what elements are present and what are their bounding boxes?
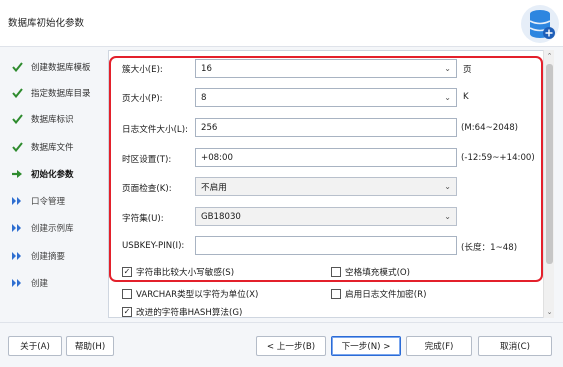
- step-db-files: 数据库文件: [10, 139, 106, 155]
- page-size-select[interactable]: 8 ⌄: [195, 88, 457, 107]
- double-chevron-icon: [10, 194, 24, 208]
- step-label: 指定数据库目录: [31, 89, 91, 99]
- usbkey-pin-input[interactable]: [195, 236, 457, 255]
- chevron-down-icon: ⌄: [444, 93, 451, 102]
- check-icon: [10, 86, 24, 100]
- step-label: 创建: [31, 279, 49, 289]
- step-init-params: 初始化参数: [10, 166, 106, 182]
- extent-size-label: 簇大小(E):: [122, 65, 163, 75]
- double-chevron-icon: [10, 276, 24, 290]
- log-size-hint: (M:64~2048): [461, 123, 519, 133]
- timezone-label: 时区设置(T):: [122, 155, 172, 165]
- arrow-right-icon: [10, 167, 24, 181]
- step-label: 初始化参数: [31, 170, 74, 180]
- timezone-hint: (-12:59~+14:00): [461, 153, 535, 163]
- scroll-up-icon[interactable]: ⌃: [544, 50, 555, 62]
- step-label: 数据库标识: [31, 115, 74, 125]
- step-create: 创建: [10, 275, 106, 291]
- double-chevron-icon: [10, 221, 24, 235]
- charset-label: 字符集(U):: [122, 214, 164, 224]
- page-check-label: 页面检查(K):: [122, 184, 172, 194]
- extent-size-select[interactable]: 16 ⌄: [195, 59, 457, 78]
- scrollbar-thumb[interactable]: [546, 64, 553, 264]
- log-encryption-checkbox[interactable]: 启用日志文件加密(R): [331, 288, 426, 300]
- step-label: 创建摘要: [31, 252, 66, 262]
- extent-size-unit: 页: [463, 65, 472, 75]
- step-specify-db-dir: 指定数据库目录: [10, 85, 106, 101]
- step-password-mgmt: 口令管理: [10, 193, 106, 209]
- checkbox-label: 字符串比较大小写敏感(S): [136, 268, 235, 278]
- usbkey-pin-hint: (长度：1~48): [461, 243, 518, 253]
- usbkey-pin-label: USBKEY-PIN(I):: [122, 241, 185, 251]
- checkbox-label: 改进的字符串HASH算法(G): [136, 308, 243, 318]
- chevron-down-icon: ⌄: [444, 182, 451, 191]
- step-label: 创建数据库模板: [31, 63, 91, 73]
- database-icon: [521, 5, 559, 43]
- wizard-footer: 关于(A) 帮助(H) < 上一步(B) 下一步(N) > 完成(F) 取消(C…: [0, 322, 563, 367]
- log-size-input[interactable]: 256: [195, 118, 457, 137]
- page-size-label: 页大小(P):: [122, 94, 163, 104]
- step-create-summary: 创建摘要: [10, 248, 106, 264]
- varchar-char-unit-checkbox[interactable]: VARCHAR类型以字符为单位(X): [122, 288, 258, 300]
- page-check-select[interactable]: 不启用 ⌄: [195, 177, 457, 196]
- step-create-db-template: 创建数据库模板: [10, 59, 106, 75]
- scroll-down-icon[interactable]: ⌄: [544, 306, 555, 318]
- wizard-header: 数据库初始化参数: [0, 0, 563, 47]
- empty-checkbox-icon: [331, 289, 341, 299]
- charset-value: GB18030: [201, 211, 241, 222]
- step-label: 创建示例库: [31, 224, 74, 234]
- checkbox-label: VARCHAR类型以字符为单位(X): [136, 290, 259, 300]
- step-db-identifier: 数据库标识: [10, 111, 106, 127]
- step-create-sample-db: 创建示例库: [10, 220, 106, 236]
- page-size-unit: K: [463, 92, 469, 102]
- next-button[interactable]: 下一步(N) >: [331, 336, 401, 356]
- checkmark-icon: ✓: [122, 307, 132, 317]
- chevron-down-icon: ⌄: [444, 212, 451, 221]
- finish-button[interactable]: 完成(F): [406, 336, 472, 356]
- help-button[interactable]: 帮助(H): [66, 336, 114, 356]
- page-title: 数据库初始化参数: [8, 18, 85, 29]
- step-label: 口令管理: [31, 197, 66, 207]
- check-icon: [10, 140, 24, 154]
- checkbox-label: 启用日志文件加密(R): [345, 290, 427, 300]
- page-size-value: 8: [201, 92, 207, 103]
- cancel-button[interactable]: 取消(C): [478, 336, 552, 356]
- extent-size-value: 16: [201, 63, 212, 74]
- log-size-label: 日志文件大小(L):: [122, 125, 188, 135]
- timezone-value: +08:00: [201, 152, 233, 163]
- timezone-input[interactable]: +08:00: [195, 148, 457, 167]
- wizard-steps-sidebar: 创建数据库模板 指定数据库目录 数据库标识 数据库文件 初始化参数 口令管理 创…: [0, 47, 108, 315]
- charset-select[interactable]: GB18030 ⌄: [195, 207, 457, 226]
- double-chevron-icon: [10, 249, 24, 263]
- empty-checkbox-icon: [122, 289, 132, 299]
- blank-pad-mode-checkbox[interactable]: 空格填充模式(O): [331, 266, 410, 278]
- step-label: 数据库文件: [31, 143, 74, 153]
- page-check-value: 不启用: [201, 182, 227, 193]
- log-size-value: 256: [201, 122, 218, 133]
- checkmark-icon: ✓: [122, 267, 132, 277]
- checkbox-label: 空格填充模式(O): [345, 268, 411, 278]
- check-icon: [10, 112, 24, 126]
- vertical-scrollbar[interactable]: ⌃ ⌄: [543, 50, 554, 318]
- check-icon: [10, 60, 24, 74]
- case-sensitive-checkbox[interactable]: ✓ 字符串比较大小写敏感(S): [122, 266, 234, 278]
- chevron-down-icon: ⌄: [444, 64, 451, 73]
- prev-button[interactable]: < 上一步(B): [256, 336, 326, 356]
- improved-hash-checkbox[interactable]: ✓ 改进的字符串HASH算法(G): [122, 306, 242, 318]
- about-button[interactable]: 关于(A): [8, 336, 62, 356]
- empty-checkbox-icon: [331, 267, 341, 277]
